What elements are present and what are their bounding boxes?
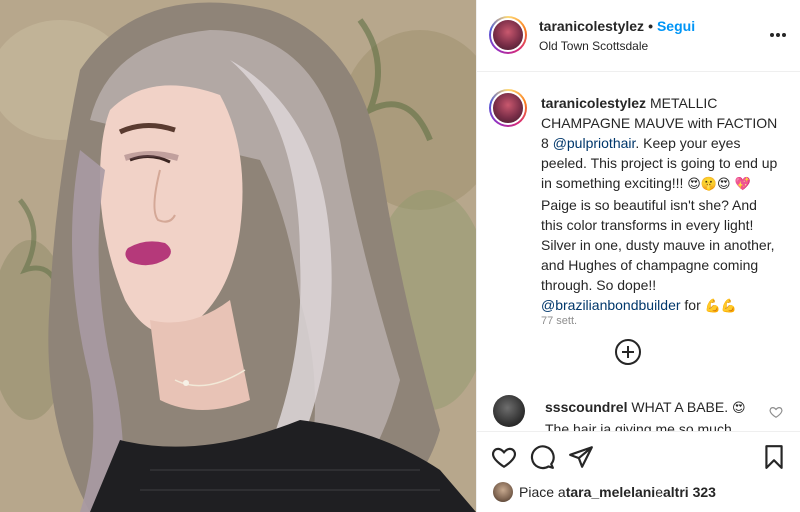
liker-username[interactable]: tara_melelani [566,484,656,500]
load-more-comments-icon[interactable] [615,339,641,365]
likes-middle: e [655,484,663,500]
separator-dot: • [648,18,653,34]
heart-icon[interactable] [491,444,517,470]
sparkling-heart-emoji: 💖 [734,177,751,192]
post-photo[interactable] [0,0,476,512]
commenter-avatar[interactable] [493,395,525,427]
heart-eyes-emoji: 😍🤫😍 [687,177,731,192]
comment-continuation: The hair ia giving me so much [545,421,732,431]
commenter-username[interactable]: ssscoundrel [545,399,627,415]
caption-username[interactable]: taranicolestylez [541,95,646,111]
post-side-panel: taranicolestylez • Segui Old Town Scottsda… [476,0,800,512]
follow-button[interactable]: Segui [657,18,695,34]
likes-summary: Piace a tara_melelani e altri 323 [493,481,716,503]
author-username[interactable]: taranicolestylez [539,18,644,34]
location-link[interactable]: Old Town Scottsdale [539,39,769,53]
caption-author-avatar[interactable] [489,89,527,127]
mention-link[interactable]: @brazilianbondbuilder [541,297,681,313]
portrait-illustration [0,0,476,512]
share-icon[interactable] [568,444,594,470]
caption-text: taranicolestylez METALLIC CHAMPAGNE MAUV… [541,93,779,317]
post-header: taranicolestylez • Segui Old Town Scottsda… [477,0,800,72]
likes-count-link[interactable]: altri 323 [663,484,716,500]
comment-icon[interactable] [529,444,555,470]
action-bar [477,431,800,475]
heart-eyes-emoji: 😍 [732,401,746,416]
comment-heart-icon[interactable] [769,405,783,419]
caption-part: Paige is so beautiful isn't she? And thi… [541,197,775,293]
header-text: taranicolestylez • Segui Old Town Scottsda… [539,18,769,53]
comment-text: ssscoundrel WHAT A BABE. 😍 The hair ia gi… [545,397,755,431]
liker-avatar[interactable] [493,482,513,502]
mention-link[interactable]: @pulpriothair [553,135,636,151]
flexed-biceps-emoji: 💪💪 [704,299,738,314]
comment-body: WHAT A BABE. [627,399,732,415]
bookmark-icon[interactable] [761,444,787,470]
more-horizontal-icon[interactable] [769,26,787,44]
post-dialog: taranicolestylez • Segui Old Town Scottsda… [0,0,800,512]
caption-timestamp[interactable]: 77 sett. [541,315,577,327]
likes-prefix: Piace a [519,484,566,500]
caption-part: for [680,297,705,313]
comments-section[interactable]: taranicolestylez METALLIC CHAMPAGNE MAUV… [477,73,800,431]
author-avatar[interactable] [489,16,527,54]
